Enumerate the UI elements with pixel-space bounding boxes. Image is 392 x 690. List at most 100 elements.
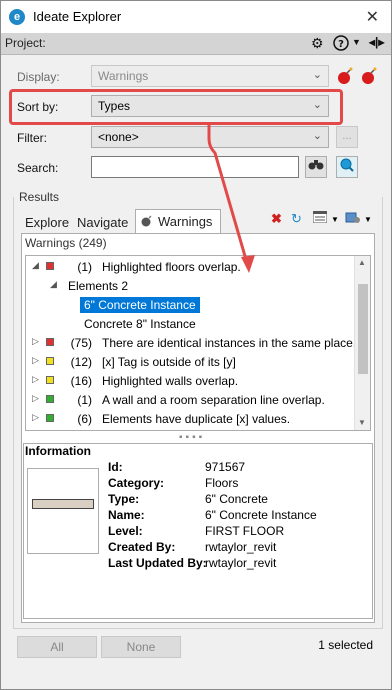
- collapse-icon[interactable]: ◢: [50, 279, 57, 290]
- severity-swatch: [46, 357, 54, 365]
- tree-row[interactable]: ▷ (1) A wall and a room separation line …: [26, 391, 356, 410]
- project-label: Project:: [5, 36, 46, 50]
- element-preview: [27, 468, 99, 554]
- severity-swatch: [46, 262, 54, 270]
- field-key: Category:: [108, 476, 165, 490]
- binoculars-icon: [308, 160, 324, 170]
- list-view-icon[interactable]: [312, 210, 328, 226]
- expand-icon[interactable]: ▷: [32, 412, 39, 423]
- scroll-thumb[interactable]: [358, 284, 368, 374]
- dock-toggle-icon[interactable]: ◂|▸: [369, 35, 384, 49]
- field-value: rwtaylor_revit: [205, 556, 277, 570]
- gear-icon[interactable]: ⚙: [311, 35, 324, 52]
- severity-swatch: [46, 395, 54, 403]
- field-value: 971567: [205, 460, 246, 474]
- results-label: Results: [17, 190, 62, 204]
- tree-row[interactable]: ◢ (1) Highlighted floors overlap.: [26, 258, 356, 277]
- filter-value: <none>: [98, 130, 139, 144]
- tab-navigate[interactable]: Navigate: [73, 211, 132, 235]
- help-icon[interactable]: ?: [333, 35, 349, 54]
- element-item-selected[interactable]: 6" Concrete Instance: [80, 297, 200, 313]
- field-key: Level:: [108, 524, 143, 538]
- warning-text: Highlighted walls overlap.: [102, 374, 239, 388]
- warning-text: [x] Tag is outside of its [y]: [102, 355, 236, 369]
- expand-icon[interactable]: ▷: [32, 393, 39, 404]
- information-title: Information: [25, 444, 91, 458]
- warning-text: There are identical instances in the sam…: [102, 336, 357, 350]
- ideate-explorer-window: e Ideate Explorer ✕ Project: ⚙ ? ▼ ◂|▸ D…: [0, 0, 392, 690]
- field-key: Name:: [108, 508, 145, 522]
- tree-row[interactable]: ▷ (6) Elements have duplicate [x] values…: [26, 410, 356, 429]
- scroll-down-icon[interactable]: ▼: [358, 418, 366, 427]
- callout-highlight-box: [9, 89, 343, 125]
- field-key: Created By:: [108, 540, 176, 554]
- tree-row[interactable]: Concrete 8" Instance: [26, 315, 356, 334]
- tree-row[interactable]: 6" Concrete Instance: [26, 296, 356, 315]
- display-combo: Warnings ⌄: [91, 65, 329, 87]
- field-key: Type:: [108, 492, 140, 506]
- app-logo-icon: e: [9, 9, 25, 25]
- display-value: Warnings: [98, 69, 149, 83]
- tab-warnings[interactable]: Warnings: [135, 209, 221, 233]
- tree-row[interactable]: ▷ (16) Highlighted walls overlap.: [26, 372, 356, 391]
- window-title: Ideate Explorer: [33, 9, 122, 24]
- field-value: FIRST FLOOR: [205, 524, 285, 538]
- svg-text:?: ?: [338, 39, 344, 50]
- delete-icon[interactable]: ✖: [271, 211, 282, 227]
- filter-combo[interactable]: <none> ⌄: [91, 126, 329, 148]
- element-item[interactable]: Concrete 8" Instance: [84, 317, 196, 331]
- warning-count: (1): [77, 393, 92, 407]
- warning-count: (12): [70, 355, 92, 369]
- tree-row[interactable]: ▷ (75) There are identical instances in …: [26, 334, 356, 353]
- chevron-down-icon[interactable]: ▼: [364, 215, 372, 224]
- splitter-grip[interactable]: ▪▪▪▪: [179, 432, 205, 443]
- filter-more-button[interactable]: ...: [336, 126, 358, 148]
- project-bar: Project: ⚙ ? ▼ ◂|▸: [1, 33, 391, 55]
- expand-icon[interactable]: ▷: [32, 336, 39, 347]
- bomb-icon[interactable]: [335, 66, 355, 89]
- field-value: 6" Concrete: [205, 492, 268, 506]
- selection-status: 1 selected: [318, 638, 373, 652]
- select-none-button[interactable]: None: [101, 636, 181, 658]
- tree-row[interactable]: ◢ Elements 2: [26, 277, 356, 296]
- chevron-down-icon[interactable]: ▼: [352, 37, 361, 47]
- tree-scrollbar[interactable]: ▲ ▼: [354, 256, 370, 430]
- filter-label: Filter:: [17, 131, 47, 145]
- field-key: Id:: [108, 460, 123, 474]
- tree-row[interactable]: ▷ (12) [x] Tag is outside of its [y]: [26, 353, 356, 372]
- warning-count: (1): [77, 260, 92, 274]
- chevron-down-icon[interactable]: ▼: [331, 215, 339, 224]
- zoom-to-element-button[interactable]: [336, 156, 358, 178]
- warning-count: (6): [77, 412, 92, 426]
- severity-swatch: [46, 338, 54, 346]
- warnings-tree[interactable]: ◢ (1) Highlighted floors overlap. ◢ Elem…: [25, 255, 371, 431]
- warning-count: (16): [70, 374, 92, 388]
- select-all-button[interactable]: All: [17, 636, 97, 658]
- tag-settings-icon[interactable]: [345, 211, 361, 228]
- field-value: 6" Concrete Instance: [205, 508, 317, 522]
- warning-text: Highlighted floors overlap.: [102, 260, 241, 274]
- warning-count: (75): [70, 336, 92, 350]
- close-icon[interactable]: ✕: [366, 7, 379, 27]
- bomb-icon: [140, 214, 154, 231]
- bomb-icon[interactable]: [359, 66, 379, 89]
- expand-icon[interactable]: ▷: [32, 355, 39, 366]
- tab-warnings-label: Warnings: [158, 214, 213, 229]
- chevron-down-icon: ⌄: [312, 130, 322, 142]
- binoculars-search-button[interactable]: [305, 156, 327, 178]
- expand-icon[interactable]: ▷: [32, 374, 39, 385]
- display-label: Display:: [17, 70, 60, 84]
- refresh-icon[interactable]: ↻: [291, 211, 302, 227]
- chevron-down-icon: ⌄: [312, 69, 322, 81]
- scroll-up-icon[interactable]: ▲: [358, 258, 366, 267]
- collapse-icon[interactable]: ◢: [32, 260, 39, 271]
- severity-swatch: [46, 376, 54, 384]
- warning-text: A wall and a room separation line overla…: [102, 393, 325, 407]
- field-key: Last Updated By:: [108, 556, 207, 570]
- floor-slab-thumbnail: [32, 499, 94, 509]
- warning-text: Elements have duplicate [x] values.: [102, 412, 291, 426]
- warnings-count-header: Warnings (249): [25, 236, 107, 250]
- search-input[interactable]: [91, 156, 299, 178]
- tab-explore[interactable]: Explore: [21, 211, 73, 235]
- zoom-icon: [340, 158, 354, 172]
